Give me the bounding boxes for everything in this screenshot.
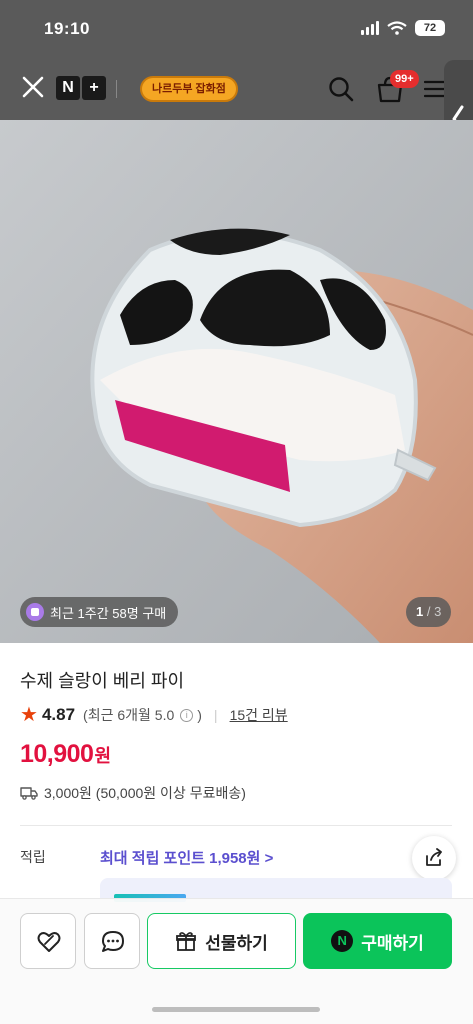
store-name-badge[interactable]: 나르두부 잡화점 [140, 76, 238, 102]
shipping-row: 3,000원 (50,000원 이상 무료배송) [20, 783, 246, 803]
nav-divider [116, 80, 117, 98]
image-counter-total: 3 [434, 604, 442, 619]
cart-count-badge: 99+ [390, 70, 419, 88]
price-value: 10,900 [20, 740, 94, 768]
chat-button[interactable] [84, 913, 140, 969]
section-divider [20, 825, 452, 826]
product-title: 수제 슬랑이 베리 파이 [20, 671, 185, 691]
status-icons: 72 [361, 20, 445, 36]
buy-button[interactable]: N 구매하기 [303, 913, 452, 969]
heart-icon [37, 932, 61, 952]
wifi-icon [387, 21, 407, 35]
product-photo [0, 120, 473, 643]
recent-buyers-text: 최근 1주간 58명 구매 [50, 605, 167, 621]
points-label: 적립 [20, 849, 46, 865]
review-count-link[interactable]: 15건 리뷰 [230, 705, 288, 725]
rating-row: ★ 4.87 (최근 6개월 5.0 i ) | 15건 리뷰 [20, 705, 288, 725]
star-icon: ★ [20, 704, 38, 726]
top-nav-bar: N + 나르두부 잡화점 99+ [0, 58, 473, 120]
image-counter: 1 / 3 [406, 597, 452, 627]
gift-icon [176, 932, 197, 951]
price-unit: 원 [94, 746, 112, 766]
share-icon [426, 848, 442, 866]
max-points-link[interactable]: 최대 적립 포인트 1,958원 > [100, 847, 273, 868]
search-icon[interactable] [326, 74, 356, 104]
rating-detail: (최근 6개월 5.0 [83, 707, 175, 723]
chat-bubble-icon [102, 931, 124, 952]
truck-icon [20, 787, 38, 800]
naver-plus-logo[interactable]: N + [56, 76, 106, 100]
home-indicator[interactable] [152, 1007, 320, 1012]
rating-detail-close: ) [197, 707, 202, 723]
menu-icon[interactable] [424, 80, 446, 98]
gift-button[interactable]: 선물하기 [147, 913, 296, 969]
logo-letter-n: N [56, 76, 80, 100]
shipping-text: 3,000원 (50,000원 이상 무료배송) [44, 785, 246, 801]
close-icon[interactable] [18, 72, 48, 102]
rating-separator: | [213, 707, 218, 723]
product-image[interactable]: 최근 1주간 58명 구매 1 / 3 [0, 120, 473, 643]
bottom-action-bar: 선물하기 N 구매하기 [0, 898, 473, 1024]
logo-letter-plus: + [82, 76, 106, 100]
recent-buyers-chip: 최근 1주간 58명 구매 [20, 597, 179, 627]
battery-indicator: 72 [415, 20, 445, 36]
status-bar: 19:10 72 [0, 0, 473, 58]
status-time: 19:10 [44, 19, 90, 38]
wishlist-button[interactable] [20, 913, 76, 969]
npay-icon: N [331, 930, 354, 952]
share-button[interactable] [412, 836, 456, 880]
gift-button-label: 선물하기 [205, 933, 268, 953]
buy-button-label: 구매하기 [361, 933, 424, 953]
rating-value: 4.87 [41, 705, 76, 724]
signal-icon [361, 21, 379, 35]
info-icon[interactable]: i [180, 708, 194, 722]
price-row: 10,900 원 [20, 740, 111, 769]
bag-icon [26, 603, 44, 621]
